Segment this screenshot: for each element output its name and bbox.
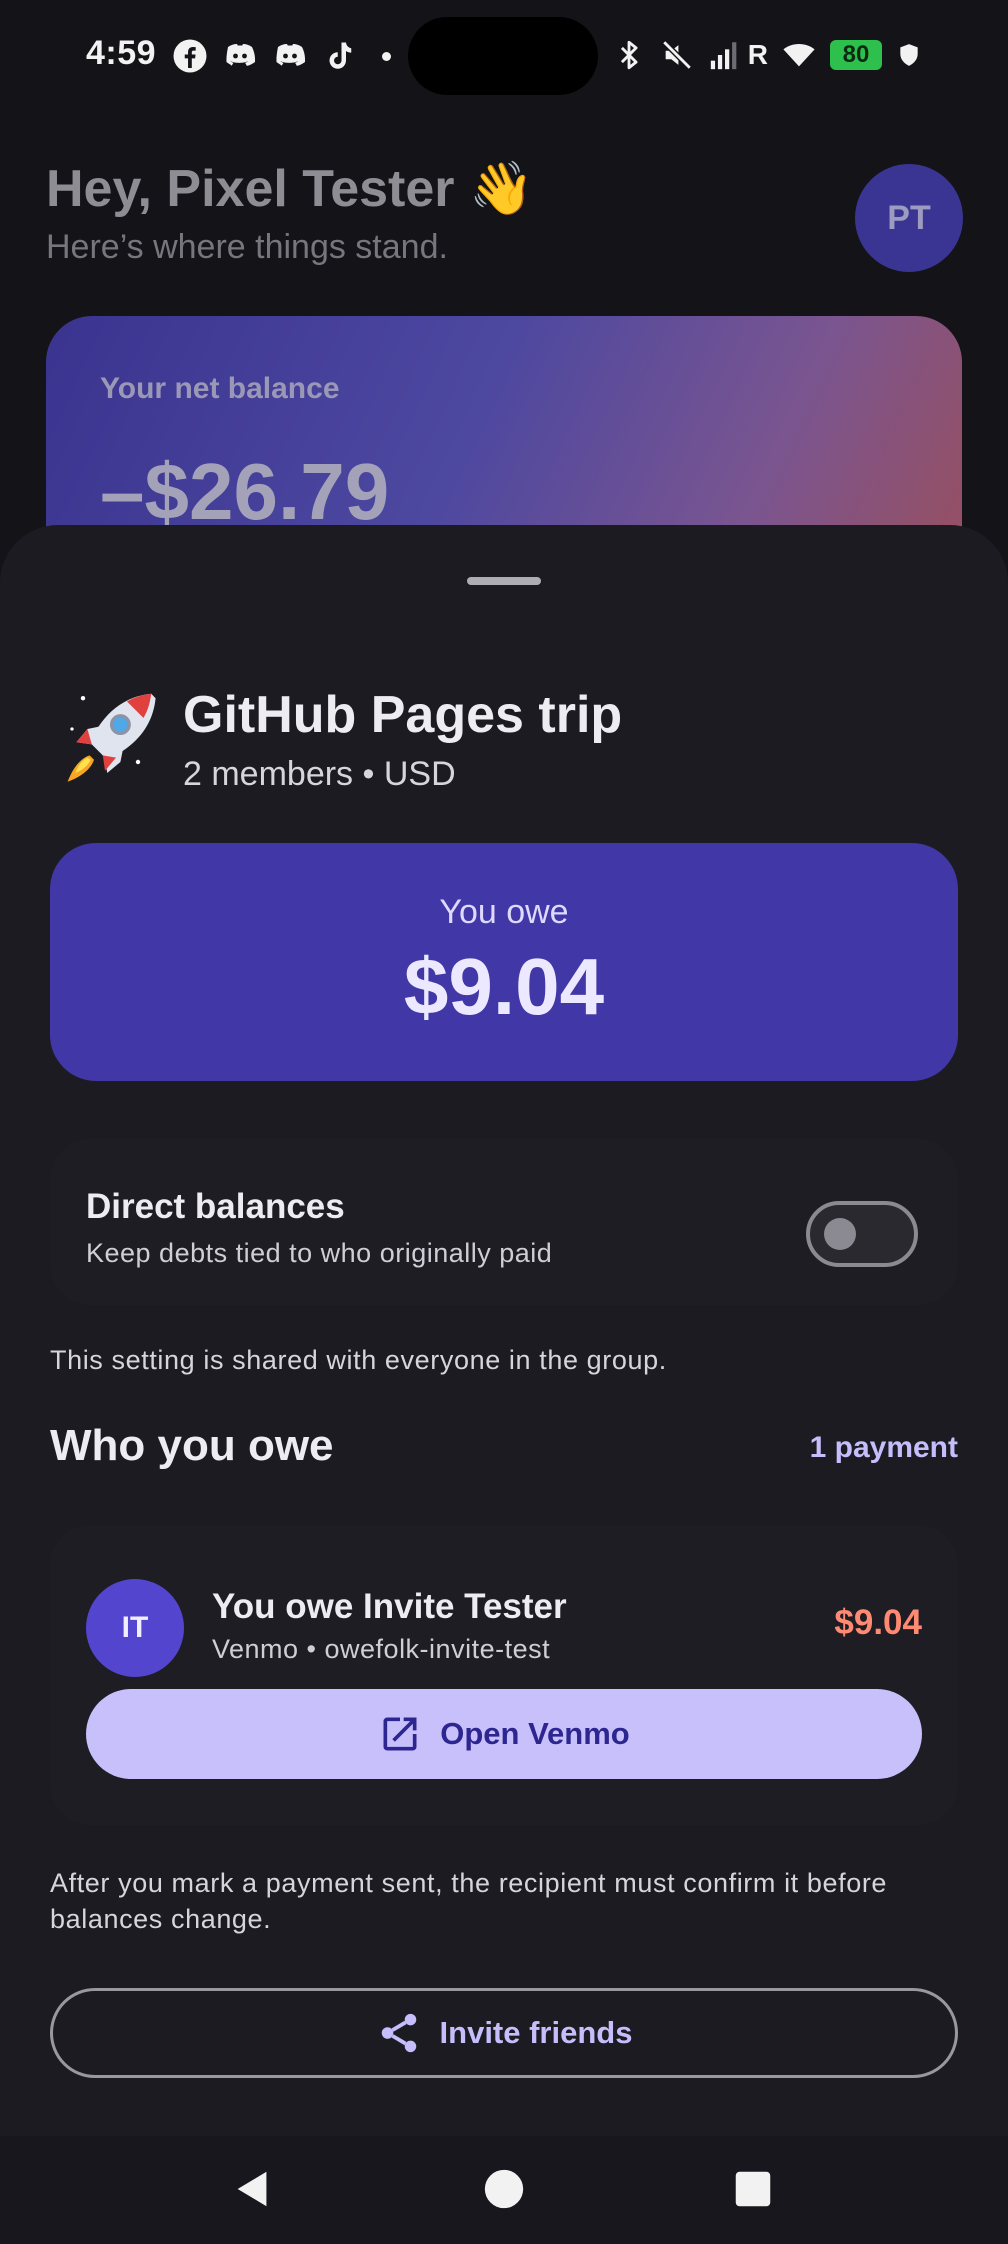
navigation-bar — [0, 2136, 1008, 2244]
share-icon — [381, 2013, 416, 2053]
direct-balances-toggle[interactable] — [806, 1201, 918, 1267]
you-owe-amount: $9.04 — [403, 942, 605, 1031]
shared-setting-note: This setting is shared with everyone in … — [50, 1345, 667, 1375]
mute-icon — [662, 40, 692, 70]
confirmation-note: After you mark a payment sent, the recip… — [50, 1868, 888, 1934]
you-owe-label: You owe — [439, 893, 569, 931]
greeting-title: Hey, Pixel Tester 👋 — [46, 160, 534, 218]
discord-icon — [226, 44, 256, 66]
invite-friends-label: Invite friends — [439, 2015, 633, 2050]
shield-icon — [900, 44, 918, 66]
battery-icon: 80 — [830, 40, 882, 70]
payment-card: IT You owe Invite Tester Venmo • owefolk… — [50, 1525, 958, 1825]
system-icons: R 80 — [612, 38, 922, 72]
group-bottom-sheet: GitHub Pages trip 2 members • USD You ow… — [0, 525, 1008, 2135]
payment-count: 1 payment — [809, 1431, 958, 1464]
open-venmo-button[interactable]: Open Venmo — [86, 1689, 922, 1779]
profile-avatar[interactable]: PT — [855, 164, 963, 272]
recents-icon[interactable] — [730, 2166, 776, 2212]
battery-level: 80 — [830, 40, 882, 70]
status-bar: 4:59 R 80 — [0, 0, 1008, 112]
direct-balances-title: Direct balances — [86, 1187, 345, 1226]
rocket-icon — [67, 693, 156, 782]
open-external-icon — [383, 1717, 417, 1751]
payee-avatar: IT — [86, 1579, 184, 1677]
group-meta: 2 members • USD — [183, 755, 456, 793]
net-balance-label: Your net balance — [100, 372, 340, 405]
bluetooth-icon — [620, 40, 638, 70]
tiktok-icon — [329, 42, 352, 69]
wifi-icon — [783, 44, 815, 67]
sheet-drag-handle[interactable] — [467, 577, 541, 585]
home-icon[interactable] — [481, 2166, 527, 2212]
you-owe-card: You owe $9.04 — [50, 843, 958, 1081]
open-venmo-label: Open Venmo — [440, 1716, 630, 1751]
signal-icon — [710, 42, 737, 70]
who-you-owe-title: Who you owe — [50, 1421, 334, 1470]
camera-cutout — [408, 17, 598, 95]
toggle-knob — [824, 1218, 856, 1250]
invite-friends-button[interactable]: Invite friends — [50, 1988, 958, 2078]
payment-title: You owe Invite Tester — [212, 1587, 567, 1626]
back-icon[interactable] — [230, 2166, 276, 2212]
notification-icons — [172, 38, 391, 74]
more-notifications-dot — [382, 51, 391, 61]
direct-balances-subtitle: Keep debts tied to who originally paid — [86, 1238, 553, 1268]
payment-amount: $9.04 — [834, 1603, 922, 1642]
payment-method: Venmo • owefolk-invite-test — [212, 1634, 551, 1664]
greeting-subtitle: Here’s where things stand. — [46, 228, 448, 266]
discord-icon — [276, 44, 306, 66]
group-title: GitHub Pages trip — [183, 686, 623, 744]
facebook-icon — [173, 39, 207, 73]
status-time: 4:59 — [86, 34, 157, 72]
network-type-label: R — [747, 39, 768, 70]
direct-balances-card: Direct balances Keep debts tied to who o… — [50, 1139, 958, 1305]
screen: Hey, Pixel Tester 👋 Here’s where things … — [0, 0, 1008, 2244]
